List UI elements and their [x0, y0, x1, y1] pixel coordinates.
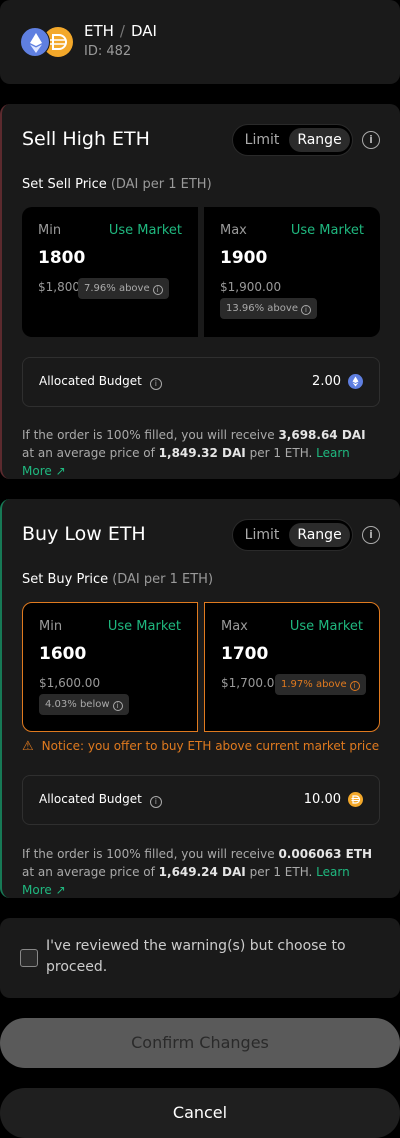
buy-min-input[interactable]: 1600 — [39, 644, 86, 664]
sell-min-input[interactable]: 1800 — [38, 248, 85, 268]
buy-budget-field[interactable]: Allocated Budget i 10.00 — [22, 775, 380, 825]
info-icon[interactable]: i — [149, 378, 162, 390]
tab-limit[interactable]: Limit — [237, 523, 287, 547]
note-amount: 3,698.64 DAI — [278, 428, 366, 442]
sell-min-badge: 7.96% above i — [78, 278, 169, 299]
dai-token-icon — [348, 792, 363, 807]
strategy-id: ID: 482 — [84, 44, 132, 59]
tab-limit[interactable]: Limit — [237, 128, 287, 152]
note-text: per 1 ETH. — [245, 446, 317, 460]
sell-max-badge: 13.96% above i — [220, 298, 317, 319]
info-icon[interactable]: i — [300, 305, 311, 315]
note-text: If the order is 100% filled, you will re… — [22, 847, 279, 861]
warning-icon: ⚠ — [22, 739, 34, 754]
cancel-button[interactable]: Cancel — [0, 1088, 400, 1138]
info-icon[interactable]: i — [362, 131, 380, 149]
price-unit: (DAI per 1 ETH) — [112, 572, 214, 587]
buy-title: Buy Low ETH — [22, 523, 146, 545]
use-market-button[interactable]: Use Market — [108, 619, 181, 634]
eth-token-icon — [348, 374, 363, 389]
market-price-warning: ⚠ Notice: you offer to buy ETH above curr… — [22, 739, 379, 754]
note-amount: 0.006063 ETH — [278, 847, 373, 861]
sell-max-fiat: $1,900.00 — [220, 280, 282, 294]
badge-text: 1.97% above — [281, 679, 347, 690]
tab-range[interactable]: Range — [289, 523, 350, 547]
buy-min-fiat: $1,600.00 — [39, 676, 101, 690]
badge-text: 7.96% above — [84, 283, 150, 294]
info-icon[interactable]: i — [152, 285, 163, 295]
set-price-text: Set Buy Price — [22, 572, 109, 587]
buy-max-box[interactable]: Max Use Market 1700 $1,700.00 1.97% abov… — [204, 602, 380, 732]
buy-min-badge: 4.03% below i — [39, 694, 129, 715]
buy-budget-input[interactable]: 10.00 — [304, 792, 341, 807]
buy-type-toggle: Limit Range — [232, 519, 353, 551]
sell-max-box[interactable]: Max Use Market 1900 $1,900.00 13.96% abo… — [204, 207, 380, 337]
tab-range[interactable]: Range — [289, 128, 350, 152]
sell-max-input[interactable]: 1900 — [220, 248, 267, 268]
info-icon[interactable]: i — [112, 701, 123, 711]
eth-token-icon — [20, 27, 50, 57]
pair-label: ETH / DAI — [84, 22, 157, 40]
base-token: ETH — [84, 22, 114, 40]
budget-label-text: Allocated Budget — [39, 374, 142, 388]
info-icon[interactable]: i — [362, 526, 380, 544]
external-link-icon: ↗ — [55, 883, 66, 897]
quote-token: DAI — [130, 22, 157, 40]
use-market-button[interactable]: Use Market — [290, 619, 363, 634]
warning-acknowledgement: I've reviewed the warning(s) but choose … — [0, 918, 400, 998]
price-unit: (DAI per 1 ETH) — [110, 177, 212, 192]
note-price: 1,649.24 DAI — [158, 865, 246, 879]
sell-min-box[interactable]: Min Use Market 1800 $1,800.00 7.96% abov… — [22, 207, 198, 337]
max-label: Max — [221, 619, 248, 634]
buy-max-fiat: $1,700.00 — [221, 676, 283, 690]
use-market-button[interactable]: Use Market — [291, 223, 364, 238]
pair-separator: / — [119, 22, 125, 40]
set-price-text: Set Sell Price — [22, 177, 107, 192]
set-buy-price-label: Set Buy Price (DAI per 1 ETH) — [22, 572, 213, 587]
set-sell-price-label: Set Sell Price (DAI per 1 ETH) — [22, 177, 212, 192]
note-text: at an average price of — [22, 446, 159, 460]
info-icon[interactable]: i — [149, 796, 162, 808]
external-link-icon: ↗ — [55, 464, 66, 478]
buy-panel: Buy Low ETH Limit Range i Set Buy Price(… — [0, 499, 400, 898]
buy-max-badge: 1.97% above i — [275, 674, 366, 695]
note-text: per 1 ETH. — [245, 865, 317, 879]
budget-label: Allocated Budget i — [39, 374, 162, 390]
note-text: If the order is 100% filled, you will re… — [22, 428, 279, 442]
sell-summary: If the order is 100% filled, you will re… — [22, 426, 380, 480]
badge-text: 13.96% above — [226, 303, 298, 314]
sell-type-toggle: Limit Range — [232, 124, 353, 156]
use-market-button[interactable]: Use Market — [109, 223, 182, 238]
max-label: Max — [220, 223, 247, 238]
info-icon[interactable]: i — [349, 681, 360, 691]
buy-max-input[interactable]: 1700 — [221, 644, 268, 664]
budget-label-text: Allocated Budget — [39, 792, 142, 806]
budget-label: Allocated Budget i — [39, 792, 162, 808]
note-text: at an average price of — [22, 865, 159, 879]
note-price: 1,849.32 DAI — [158, 446, 246, 460]
confirm-changes-button[interactable]: Confirm Changes — [0, 1018, 400, 1068]
acknowledge-label[interactable]: I've reviewed the warning(s) but choose … — [46, 936, 366, 978]
buy-summary: If the order is 100% filled, you will re… — [22, 845, 380, 899]
buy-min-box[interactable]: Min Use Market 1600 $1,600.00 4.03% belo… — [22, 602, 198, 732]
sell-budget-input[interactable]: 2.00 — [312, 374, 341, 389]
sell-panel: Sell High ETH Limit Range i Set Sell Pri… — [0, 104, 400, 479]
warning-text: Notice: you offer to buy ETH above curre… — [41, 739, 380, 753]
acknowledge-checkbox[interactable] — [20, 949, 38, 967]
min-label: Min — [39, 619, 63, 634]
min-label: Min — [38, 223, 62, 238]
sell-title: Sell High ETH — [22, 128, 150, 150]
sell-budget-field[interactable]: Allocated Budget i 2.00 — [22, 357, 380, 407]
badge-text: 4.03% below — [45, 699, 110, 710]
pair-header: ETH / DAI ID: 482 — [0, 0, 400, 84]
